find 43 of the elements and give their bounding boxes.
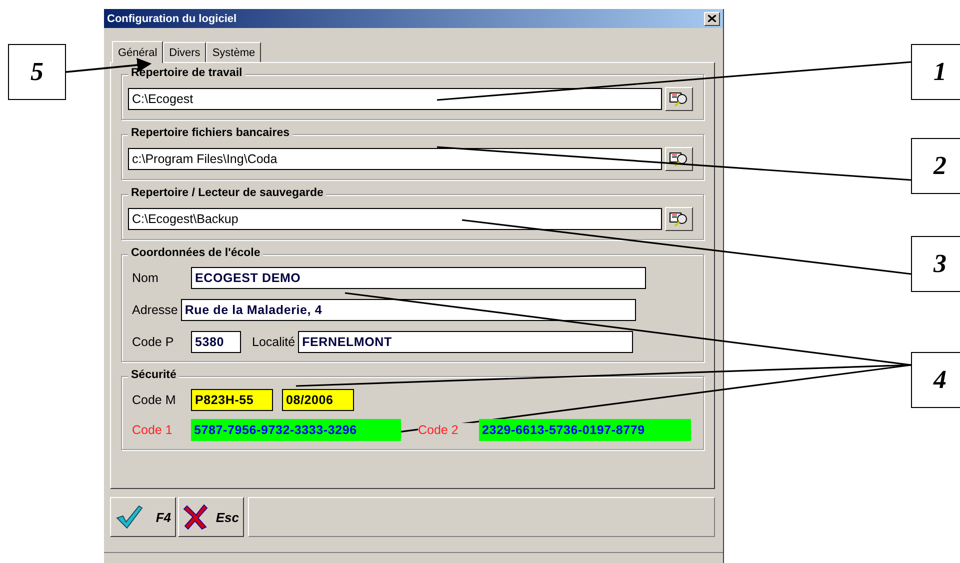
confirm-button[interactable]: F4 — [110, 497, 176, 537]
field-label: Code P — [132, 335, 175, 349]
path-field[interactable]: C:\Ecogest — [128, 88, 662, 110]
field-label: Code 2 — [418, 423, 476, 437]
field-label: Code M — [132, 393, 177, 407]
window-title: Configuration du logiciel — [107, 12, 237, 24]
checkmark-icon — [115, 504, 143, 530]
callout-box: 5 — [8, 44, 66, 100]
date-field[interactable]: 08/2006 — [282, 389, 354, 411]
path-field[interactable]: c:\Program Files\Ing\Coda — [128, 148, 662, 170]
magnifier-icon — [669, 211, 689, 227]
cancel-button[interactable]: Esc — [178, 497, 244, 537]
field-label: Adresse — [132, 303, 178, 317]
postcode-field[interactable]: 5380 — [191, 331, 241, 353]
tab[interactable]: Système — [206, 42, 262, 62]
callout-box: 1 — [911, 44, 960, 100]
browse-button[interactable] — [665, 147, 693, 171]
browse-button[interactable] — [665, 207, 693, 231]
tab[interactable]: Divers — [163, 42, 206, 62]
code-field[interactable]: P823H-55 — [191, 389, 273, 411]
magnifier-icon — [669, 91, 689, 107]
path-field[interactable]: C:\Ecogest\Backup — [128, 208, 662, 230]
name-field[interactable]: ECOGEST DEMO — [191, 267, 646, 289]
tab[interactable]: Général — [112, 41, 164, 63]
code-field[interactable]: 5787-7956-9732-3333-3296 — [191, 419, 401, 441]
browse-button[interactable] — [665, 87, 693, 111]
group-title: Repertoire de travail — [128, 67, 246, 79]
callout-box: 2 — [911, 138, 960, 194]
field-label: Nom — [132, 271, 160, 285]
magnifier-icon — [669, 151, 689, 167]
close-button[interactable] — [704, 12, 720, 26]
city-field[interactable]: FERNELMONT — [298, 331, 634, 353]
code-field[interactable]: 2329-6613-5736-0197-8779 — [479, 419, 691, 441]
field-label: Localité — [252, 335, 296, 349]
cross-icon — [183, 504, 209, 530]
callout-box: 4 — [911, 352, 960, 408]
callout-box: 3 — [911, 236, 960, 292]
address-field[interactable]: Rue de la Maladerie, 4 — [180, 299, 636, 321]
close-icon — [708, 15, 716, 22]
group-title: Coordonnées de l'école — [128, 247, 264, 259]
group-title: Repertoire fichiers bancaires — [128, 127, 293, 139]
group-title: Repertoire / Lecteur de sauvegarde — [128, 187, 326, 199]
group-title: Sécurité — [128, 369, 180, 381]
